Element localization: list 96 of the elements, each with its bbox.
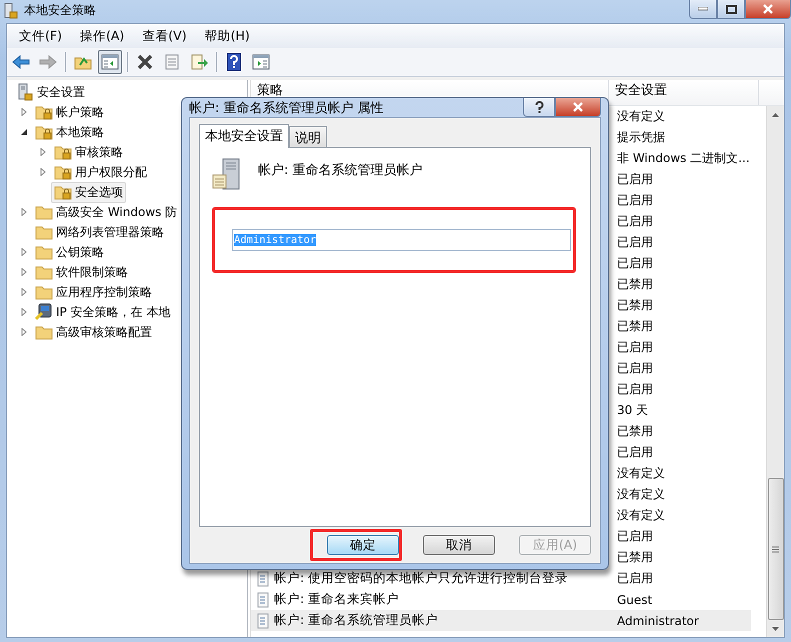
expanded-arrow-icon[interactable] — [20, 128, 28, 136]
setting-value: 已启用 — [616, 444, 654, 461]
setting-value: 没有定义 — [616, 507, 666, 524]
setting-value: 已启用 — [616, 192, 654, 209]
setting-value: Guest — [616, 592, 654, 606]
forward-arrow-icon — [39, 55, 57, 69]
window-title: 本地安全策略 — [24, 2, 96, 19]
policy-row[interactable]: 帐户: 使用空密码的本地帐户只允许进行控制台登录 已启用 — [251, 568, 751, 589]
locked-folder-icon — [54, 164, 72, 180]
network-policy-icon — [35, 303, 53, 321]
folder-icon — [35, 204, 53, 220]
properties-icon — [164, 54, 180, 70]
server-lock-icon — [16, 83, 34, 101]
tree-item[interactable]: 网络列表管理器策略 — [32, 222, 167, 242]
policy-row[interactable]: 帐户: 重命名来宾帐户 Guest — [251, 589, 751, 610]
setting-value: 已禁用 — [616, 318, 654, 335]
tree-item[interactable]: 用户权限分配 — [51, 162, 150, 182]
server-lock-icon — [4, 2, 18, 18]
folder-icon — [35, 324, 53, 340]
setting-value: Administrator — [616, 614, 700, 628]
tree-item[interactable]: 帐户策略 — [32, 102, 107, 122]
tree-pane-icon — [101, 54, 119, 70]
setting-value: 已启用 — [616, 360, 654, 377]
policy-row[interactable]: 帐户: 重命名系统管理员帐户 Administrator — [251, 610, 751, 631]
menu-item[interactable]: 操作(A) — [72, 26, 132, 46]
setting-value: 没有定义 — [616, 486, 666, 503]
tree-item[interactable]: 公钥策略 — [32, 242, 107, 262]
close-button[interactable] — [555, 98, 601, 117]
policy-name: 帐户: 重命名系统管理员帐户 — [258, 162, 423, 179]
tree-item[interactable]: 高级审核策略配置 — [32, 322, 155, 342]
locked-folder-icon — [35, 124, 53, 140]
setting-value: 已禁用 — [616, 423, 654, 440]
policy-name: 帐户: 重命名系统管理员帐户 — [274, 612, 438, 629]
tree-item[interactable]: 软件限制策略 — [32, 262, 131, 282]
folder-icon — [35, 284, 53, 300]
scrollbar-thumb[interactable] — [768, 478, 784, 620]
setting-value: 30 天 — [616, 402, 650, 419]
help-icon — [227, 53, 241, 71]
maximize-icon — [726, 4, 736, 14]
folder-icon — [35, 264, 53, 280]
locked-folder-icon — [35, 104, 53, 120]
menu-item[interactable]: 查看(V) — [134, 26, 195, 46]
policy-name: 帐户: 重命名来宾帐户 — [274, 591, 400, 608]
collapsed-arrow-icon[interactable] — [20, 328, 28, 336]
setting-value: 已禁用 — [616, 276, 654, 293]
close-icon — [572, 102, 584, 112]
setting-value: 已禁用 — [616, 297, 654, 314]
menu-item[interactable]: 帮助(H) — [196, 26, 258, 46]
delete-icon — [137, 54, 153, 70]
maximize-button[interactable] — [717, 0, 745, 19]
setting-value: 已启用 — [616, 255, 654, 272]
tab[interactable]: 说明 — [289, 126, 327, 147]
tab[interactable]: 本地安全设置 — [199, 124, 289, 148]
policy-icon — [257, 612, 271, 628]
setting-value: 已禁用 — [616, 549, 654, 566]
back-arrow-icon — [12, 55, 30, 69]
folder-icon — [35, 224, 53, 240]
cancel-button[interactable]: 取消 — [423, 535, 495, 555]
export-list-icon — [190, 54, 208, 70]
collapsed-arrow-icon[interactable] — [20, 288, 28, 296]
tree-item[interactable]: 审核策略 — [51, 142, 126, 162]
locked-folder-icon — [54, 184, 72, 200]
setting-value: 已启用 — [616, 381, 654, 398]
minimize-icon — [698, 7, 708, 11]
setting-value: 已启用 — [616, 339, 654, 356]
tree-item[interactable]: 应用程序控制策略 — [32, 282, 155, 302]
policy-name: 帐户: 使用空密码的本地帐户只允许进行控制台登录 — [274, 570, 568, 587]
tree-item[interactable]: IP 安全策略，在 本地 — [32, 301, 174, 323]
collapsed-arrow-icon[interactable] — [20, 248, 28, 256]
collapsed-arrow-icon[interactable] — [20, 208, 28, 216]
folder-icon — [35, 244, 53, 260]
tree-item[interactable]: 本地策略 — [32, 122, 107, 142]
close-icon — [762, 4, 774, 14]
collapsed-arrow-icon[interactable] — [39, 148, 47, 156]
minimize-button[interactable] — [689, 0, 717, 19]
setting-value: 已启用 — [616, 570, 654, 587]
policy-icon — [257, 592, 271, 608]
collapsed-arrow-icon[interactable] — [20, 268, 28, 276]
help-icon — [534, 101, 544, 113]
tree-item[interactable]: 高级安全 Windows 防 — [32, 202, 180, 222]
toolbar-button[interactable] — [98, 50, 122, 74]
help-button[interactable] — [523, 98, 555, 117]
server-document-icon — [212, 158, 242, 190]
collapsed-arrow-icon[interactable] — [20, 108, 28, 116]
collapsed-arrow-icon[interactable] — [39, 168, 47, 176]
action-pane-icon — [252, 54, 270, 70]
setting-value: 没有定义 — [616, 465, 666, 482]
policy-icon — [257, 570, 271, 586]
ok-button[interactable]: 确定 — [327, 535, 399, 555]
tree-item[interactable]: 安全设置 — [13, 81, 88, 103]
menu-item[interactable]: 文件(F) — [11, 26, 70, 46]
tree-item[interactable]: 安全选项 — [51, 182, 126, 202]
setting-value: 已启用 — [616, 213, 654, 230]
collapsed-arrow-icon[interactable] — [20, 308, 28, 316]
locked-folder-icon — [54, 144, 72, 160]
close-button[interactable] — [745, 0, 791, 19]
